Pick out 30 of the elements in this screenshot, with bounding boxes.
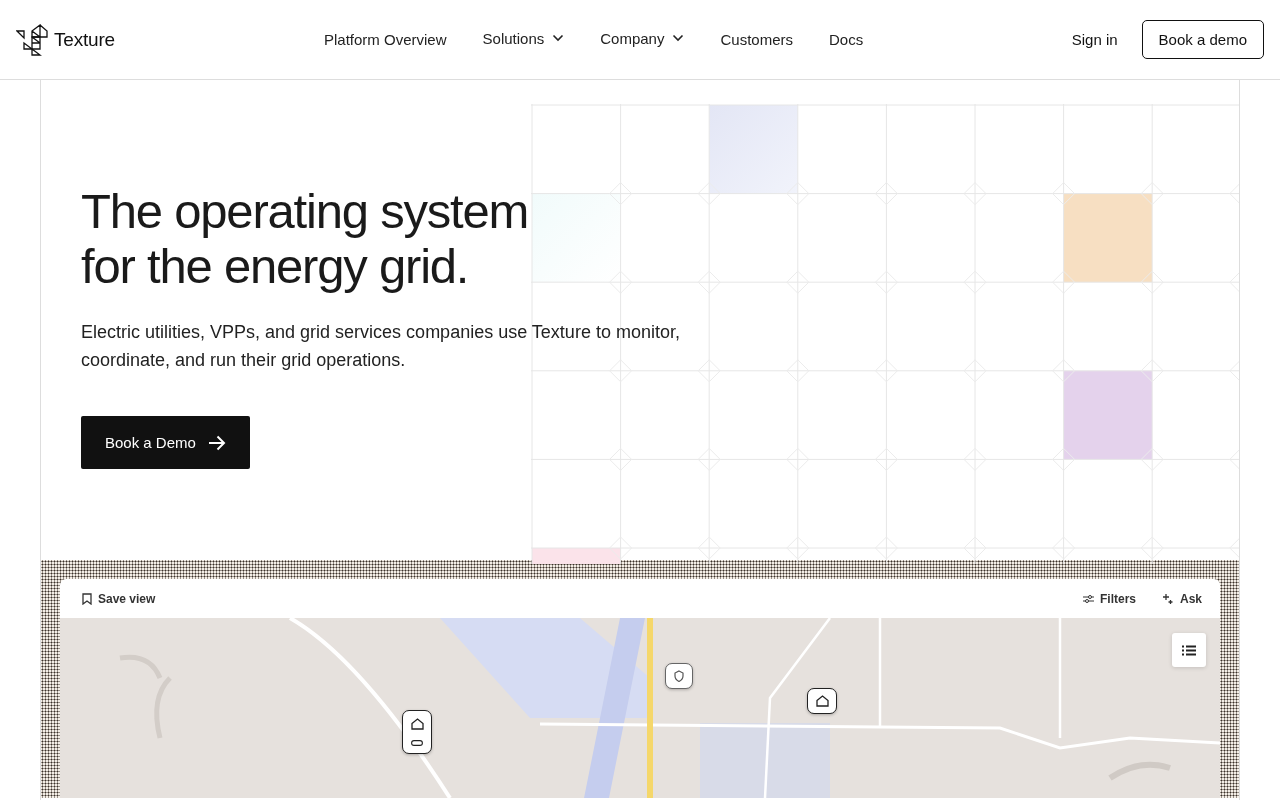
nav-link[interactable]: Platform Overview [306, 31, 465, 48]
logo[interactable]: Texture [16, 23, 306, 56]
logo-icon [16, 23, 48, 56]
battery-icon [411, 740, 423, 746]
sign-in-link[interactable]: Sign in [1071, 31, 1118, 48]
sparkle-icon [1162, 592, 1174, 605]
nav-link[interactable]: Customers [702, 31, 811, 48]
list-toggle-button[interactable] [1172, 633, 1206, 667]
house-icon [815, 695, 829, 707]
filters-button[interactable]: Filters [1082, 591, 1136, 606]
shield-icon [674, 670, 684, 682]
map-marker[interactable] [665, 663, 693, 689]
nav-link[interactable]: Docs [811, 31, 882, 48]
sliders-icon [1082, 593, 1094, 604]
book-demo-button[interactable]: Book a Demo [81, 416, 250, 469]
hero-heading: The operating system for the energy grid. [81, 184, 530, 294]
arrow-right-icon [207, 434, 226, 451]
book-demo-button[interactable]: Book a demo [1141, 20, 1264, 59]
hero-subtitle: Electric utilities, VPPs, and grid services companies use Texture to monitor, coordinate, and run their grid operations. [81, 321, 681, 372]
list-icon [1182, 644, 1196, 656]
map-marker[interactable] [402, 710, 432, 754]
nav-link[interactable]: Company [582, 29, 703, 47]
save-view-button[interactable]: Save view [82, 591, 156, 606]
nav-link[interactable]: Solutions [464, 29, 583, 47]
map-marker[interactable] [807, 688, 837, 714]
bookmark-icon [82, 592, 92, 605]
ask-button[interactable]: Ask [1162, 591, 1202, 606]
chevron-down-icon [552, 34, 565, 42]
chevron-down-icon [672, 34, 685, 42]
house-icon [410, 718, 424, 730]
